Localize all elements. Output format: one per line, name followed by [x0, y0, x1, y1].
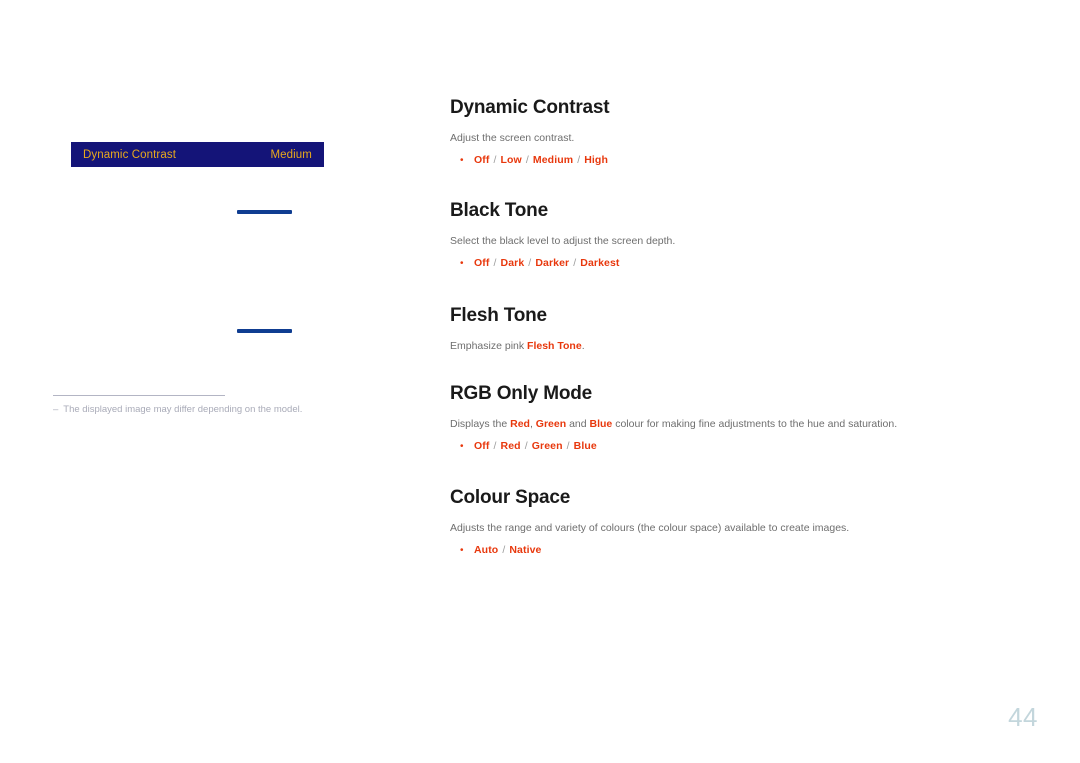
option-value: Dark: [500, 257, 525, 269]
blue-accent-bar-upper: [237, 210, 292, 214]
description-text: .: [581, 340, 585, 352]
content-column: Dynamic Contrast Adjust the screen contra…: [450, 96, 1050, 558]
section-description-colour-space: Adjusts the range and variety of colours…: [450, 521, 1050, 536]
option-value: Low: [500, 154, 522, 166]
section-heading-black-tone: Black Tone: [450, 200, 548, 221]
osd-menu-row-dynamic-contrast[interactable]: Dynamic Contrast Medium: [71, 142, 324, 167]
option-list-dynamic-contrast: • Off / Low / Medium / High: [450, 153, 1050, 168]
section-black-tone: Black Tone Select the black level to adju…: [450, 199, 1050, 271]
option-list-black-tone: • Off / Dark / Darker / Darkest: [450, 256, 1050, 271]
option-list-rgb-only-mode: • Off / Red / Green / Blue: [450, 439, 1050, 454]
option-value: Off: [474, 440, 490, 452]
bullet-icon: •: [460, 155, 464, 166]
description-text: Emphasize pink: [450, 340, 528, 352]
option-separator: /: [522, 154, 532, 166]
section-flesh-tone: Flesh Tone Emphasize pink Flesh Tone.: [450, 304, 1050, 354]
highlighted-term: Blue: [589, 418, 613, 430]
osd-menu-label: Dynamic Contrast: [83, 148, 176, 161]
option-values: Off / Red / Green / Blue: [474, 439, 597, 453]
section-rgb-only-mode: RGB Only Mode Displays the Red, Green and…: [450, 382, 1050, 454]
option-value: Off: [474, 257, 490, 269]
option-separator: /: [490, 257, 500, 269]
option-separator: /: [521, 440, 531, 452]
highlighted-term: Flesh Tone: [527, 340, 582, 352]
option-value: Darker: [535, 257, 570, 269]
option-value: Green: [531, 440, 563, 452]
highlighted-term: Green: [535, 418, 567, 430]
option-separator: /: [490, 440, 500, 452]
option-values: Off / Dark / Darker / Darkest: [474, 256, 620, 270]
footnote-text: The displayed image may differ depending…: [63, 404, 303, 415]
section-description-dynamic-contrast: Adjust the screen contrast.: [450, 131, 1050, 146]
option-value: High: [584, 154, 608, 166]
option-value: Auto: [474, 544, 499, 556]
option-list-colour-space: • Auto / Native: [450, 543, 1050, 558]
description-text: Select the black level to adjust the scr…: [450, 235, 676, 247]
bullet-icon: •: [460, 441, 464, 452]
description-text: and: [566, 418, 590, 430]
description-text: Displays the: [450, 418, 511, 430]
section-description-rgb-only-mode: Displays the Red, Green and Blue colour …: [450, 417, 1050, 432]
option-separator: /: [574, 154, 584, 166]
option-separator: /: [570, 257, 580, 269]
footnote-divider: [53, 395, 225, 396]
option-separator: /: [490, 154, 500, 166]
page-number: 44: [1008, 702, 1038, 732]
blue-accent-bar-lower: [237, 329, 292, 333]
option-separator: /: [499, 544, 509, 556]
option-separator: /: [563, 440, 573, 452]
section-description-flesh-tone: Emphasize pink Flesh Tone.: [450, 339, 1050, 354]
section-description-black-tone: Select the black level to adjust the scr…: [450, 234, 1050, 249]
description-text: Adjusts the range and variety of colours…: [450, 522, 850, 534]
highlighted-term: Red: [510, 418, 530, 430]
section-heading-rgb-only-mode: RGB Only Mode: [450, 383, 593, 404]
option-value: Medium: [532, 154, 574, 166]
option-value: Blue: [573, 440, 597, 452]
section-heading-flesh-tone: Flesh Tone: [450, 305, 547, 326]
footnote-dash-icon: ‒: [53, 404, 59, 415]
section-colour-space: Colour Space Adjusts the range and variet…: [450, 486, 1050, 558]
description-text: Adjust the screen contrast.: [450, 132, 575, 144]
bullet-icon: •: [460, 545, 464, 556]
option-values: Auto / Native: [474, 543, 542, 557]
section-heading-dynamic-contrast: Dynamic Contrast: [450, 97, 610, 118]
option-value: Native: [509, 544, 542, 556]
section-dynamic-contrast: Dynamic Contrast Adjust the screen contra…: [450, 96, 1050, 168]
osd-menu-value: Medium: [270, 148, 312, 161]
description-text: colour for making fine adjustments to th…: [612, 418, 898, 430]
option-value: Off: [474, 154, 490, 166]
bullet-icon: •: [460, 258, 464, 269]
section-heading-colour-space: Colour Space: [450, 487, 571, 508]
illustration-panel: Dynamic Contrast Medium ‒ The displayed …: [0, 0, 440, 763]
footnote: ‒ The displayed image may differ dependi…: [53, 403, 383, 416]
option-separator: /: [525, 257, 535, 269]
option-value: Red: [500, 440, 521, 452]
option-values: Off / Low / Medium / High: [474, 153, 608, 167]
option-value: Darkest: [580, 257, 620, 269]
